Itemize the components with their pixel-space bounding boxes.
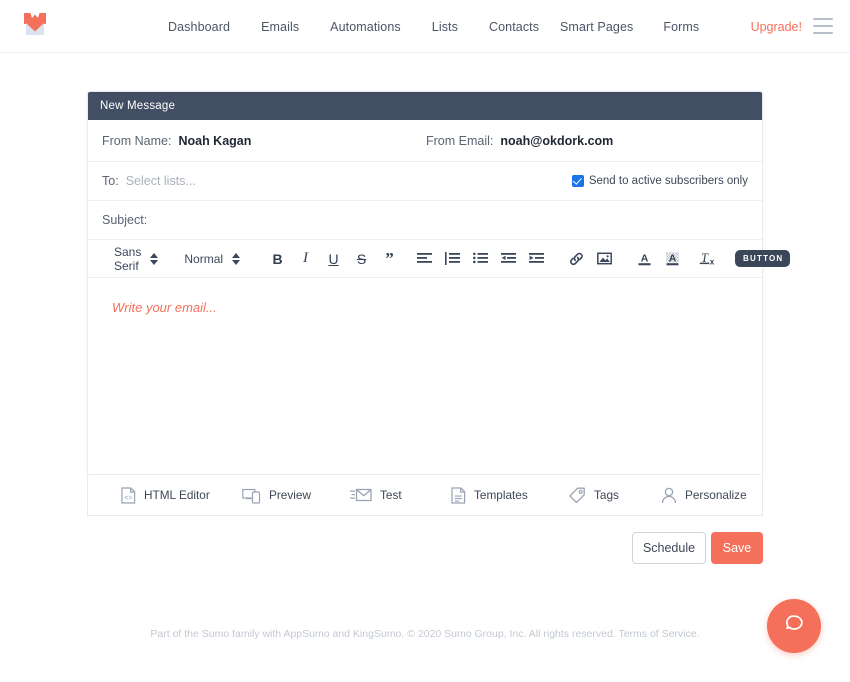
nav-item-contacts[interactable]: Contacts [489,20,539,34]
font-family-value: Sans Serif [114,244,142,273]
bold-icon[interactable]: B [266,247,289,270]
help-chat-bubble-icon [782,612,806,641]
ordered-list-icon[interactable] [441,247,464,270]
nav-item-automations[interactable]: Automations [330,20,401,34]
action-label: HTML Editor [144,488,210,502]
background-color-icon[interactable]: A [661,247,684,270]
sumo-fox-logo[interactable] [22,12,48,40]
font-family-select[interactable]: Sans Serif [114,244,159,273]
help-button[interactable] [767,599,821,653]
action-label: Personalize [685,488,747,502]
svg-text:<>: <> [124,495,132,502]
schedule-button[interactable]: Schedule [632,532,706,564]
email-body-placeholder: Write your email... [112,300,217,315]
test-email-icon [350,487,372,503]
terms-of-service-link[interactable]: Terms of Service. [618,628,699,640]
to-row: To: Select lists... Send to active subsc… [88,162,762,201]
from-email-group: From Email: noah@okdork.com [426,134,613,148]
active-subscribers-checkbox-group[interactable]: Send to active subscribers only [571,175,748,187]
align-left-icon[interactable] [413,247,436,270]
action-preview[interactable]: Preview [242,487,311,504]
action-label: Templates [474,488,528,502]
html-editor-icon: <> [121,486,136,504]
action-label: Test [380,488,402,502]
subject-row[interactable]: Subject: [88,201,762,240]
insert-button-chip[interactable]: BUTTON [735,250,791,267]
clear-formatting-icon[interactable]: T x [696,247,719,270]
subject-label: Subject: [102,213,148,227]
footer-rights: All rights reserved. [528,628,616,640]
blockquote-glyph: ” [385,249,394,268]
chevron-updown-icon [232,252,241,265]
top-navigation-bar: Dashboard Emails Automations Lists Conta… [0,0,850,53]
footer-text: Part of the Sumo family with AppSumo and… [150,628,527,640]
image-icon[interactable] [593,247,616,270]
email-body-editor[interactable]: Write your email... [88,278,762,474]
from-name-value[interactable]: Noah Kagan [178,134,251,148]
formatting-toolbar: Sans Serif Normal B I U S ” A A T x BUTT… [88,240,791,278]
editor-action-bar: <> HTML Editor Preview Test Templates Ta… [87,475,763,516]
bullet-list-icon[interactable] [469,247,492,270]
personalize-icon [661,487,677,504]
from-name-group: From Name: Noah Kagan [102,134,251,148]
tags-icon [569,487,586,504]
indent-icon[interactable] [525,247,548,270]
svg-text:x: x [710,258,715,267]
nav-item-forms[interactable]: Forms [663,20,699,34]
templates-icon [451,486,466,504]
underline-glyph: U [328,250,339,267]
font-size-select[interactable]: Normal [184,251,241,266]
text-color-icon[interactable]: A [633,247,656,270]
action-label: Preview [269,488,311,502]
action-templates[interactable]: Templates [451,486,528,504]
active-subscribers-label[interactable]: Send to active subscribers only [589,175,748,187]
action-tags[interactable]: Tags [569,487,619,504]
upgrade-link[interactable]: Upgrade! [751,20,802,34]
card-title: New Message [100,100,176,112]
blockquote-icon[interactable]: ” [378,247,401,270]
font-size-value: Normal [184,251,224,266]
strikethrough-icon[interactable]: S [350,247,373,270]
link-icon[interactable] [565,247,588,270]
to-input-placeholder[interactable]: Select lists... [126,174,196,188]
action-label: Tags [594,488,619,502]
svg-text:A: A [669,252,677,264]
outdent-icon[interactable] [497,247,520,270]
nav-item-emails[interactable]: Emails [261,20,299,34]
save-button[interactable]: Save [711,532,763,564]
card-header: New Message [88,92,762,120]
from-email-label: From Email: [426,133,494,148]
preview-icon [242,487,261,504]
bold-glyph: B [272,250,283,267]
to-label: To: [102,174,119,188]
italic-icon[interactable]: I [294,247,317,270]
nav-item-lists[interactable]: Lists [432,20,458,34]
underline-icon[interactable]: U [322,247,345,270]
secondary-nav-links: Smart Pages Forms [560,0,699,53]
page-footer: Part of the Sumo family with AppSumo and… [0,628,850,640]
nav-item-dashboard[interactable]: Dashboard [168,20,230,34]
hamburger-menu-icon[interactable] [813,18,833,34]
main-nav-links: Dashboard Emails Automations Lists Conta… [168,0,539,53]
chevron-updown-icon [150,252,159,265]
italic-glyph: I [303,250,309,266]
svg-text:A: A [641,253,649,265]
action-test[interactable]: Test [350,487,402,503]
compose-message-card: New Message From Name: Noah Kagan From E… [87,91,791,475]
active-subscribers-checkbox[interactable] [571,175,584,187]
to-field[interactable]: To: Select lists... [102,174,196,188]
from-email-value[interactable]: noah@okdork.com [500,134,613,148]
strikethrough-glyph: S [356,250,367,267]
from-name-label: From Name: [102,133,172,148]
nav-item-smart-pages[interactable]: Smart Pages [560,20,633,34]
from-row: From Name: Noah Kagan From Email: noah@o… [88,120,762,162]
action-html-editor[interactable]: <> HTML Editor [121,486,210,504]
action-personalize[interactable]: Personalize [661,487,747,504]
